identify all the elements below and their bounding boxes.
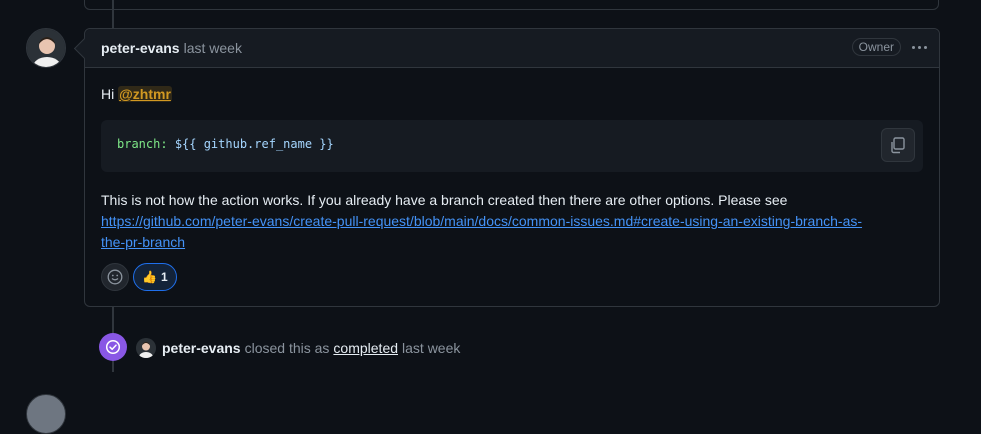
- thumbs-up-reaction[interactable]: 👍 1: [133, 263, 177, 291]
- closed-event: peter-evans closed this as completed las…: [136, 338, 460, 358]
- comment-author[interactable]: peter-evans: [101, 40, 180, 56]
- code-line: branch: ${{ github.ref_name }}: [117, 137, 334, 151]
- thumbs-up-icon: 👍: [142, 270, 157, 284]
- event-timestamp[interactable]: last week: [402, 340, 460, 356]
- comment-greeting: Hi @zhtmr: [101, 86, 923, 102]
- code-expression: ${{ github.ref_name }}: [174, 137, 334, 151]
- previous-comment-card: [84, 0, 939, 10]
- copy-button[interactable]: [881, 128, 915, 162]
- event-author[interactable]: peter-evans: [162, 340, 241, 356]
- next-comment-avatar[interactable]: [26, 394, 66, 434]
- copy-icon: [891, 137, 905, 154]
- comment-header: peter-evans last week Owner: [85, 29, 939, 68]
- comment-card: peter-evans last week Owner Hi @zhtmr br…: [84, 28, 940, 307]
- closed-event-badge: [99, 333, 127, 361]
- comment-timestamp[interactable]: last week: [184, 40, 242, 56]
- docs-link[interactable]: https://github.com/peter-evans/create-pu…: [101, 213, 862, 229]
- event-avatar[interactable]: [136, 338, 156, 358]
- code-block: branch: ${{ github.ref_name }}: [101, 120, 923, 172]
- check-circle-icon: [105, 339, 121, 355]
- user-mention[interactable]: @zhtmr: [118, 86, 172, 102]
- completed-link[interactable]: completed: [333, 340, 398, 356]
- avatar[interactable]: [26, 28, 66, 68]
- docs-link-continued[interactable]: the-pr-branch: [101, 234, 185, 250]
- smiley-icon: [107, 269, 123, 285]
- comment-paragraph: This is not how the action works. If you…: [101, 190, 923, 253]
- reactions-bar: 👍 1: [101, 263, 177, 291]
- reaction-count: 1: [160, 270, 168, 284]
- greeting-text: Hi: [101, 86, 115, 102]
- paragraph-text: This is not how the action works. If you…: [101, 192, 788, 208]
- owner-badge: Owner: [851, 38, 901, 56]
- add-reaction-button[interactable]: [101, 263, 129, 291]
- avatar-image: [27, 29, 65, 67]
- avatar-image: [136, 338, 156, 358]
- event-action: closed this as: [244, 340, 330, 356]
- kebab-icon[interactable]: [911, 38, 929, 56]
- code-key: branch:: [117, 137, 168, 151]
